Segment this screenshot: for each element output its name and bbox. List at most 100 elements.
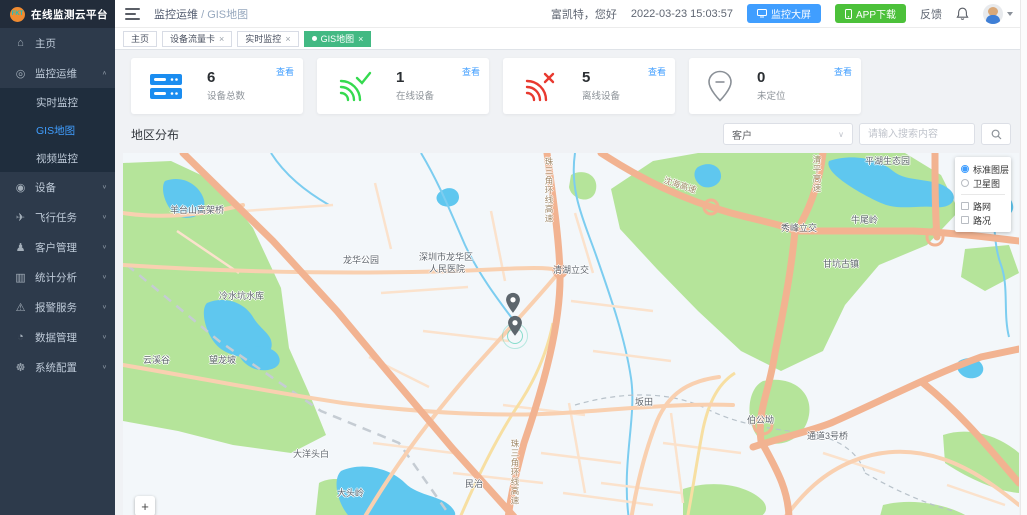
chevron-down-icon: ∨ xyxy=(102,334,107,340)
server-icon xyxy=(149,73,183,100)
search-input[interactable] xyxy=(859,123,975,145)
tab-home[interactable]: 主页 xyxy=(123,31,157,47)
sidebar-item-realtime-monitor[interactable]: 实时监控 xyxy=(0,88,115,116)
app-title: 在线监测云平台 xyxy=(31,7,108,22)
chevron-down-icon: ∨ xyxy=(102,304,107,310)
stat-card-offline-devices: 查看 5 离线设备 xyxy=(503,58,675,114)
sidebar-item-customers[interactable]: ♟ 客户管理 ∨ xyxy=(0,232,115,262)
layer-option-traffic[interactable]: 路况 xyxy=(961,213,1005,227)
monitor-ops-icon: ◎ xyxy=(14,67,27,80)
chevron-down-icon: ∨ xyxy=(102,274,107,280)
signal-offline-icon xyxy=(521,71,558,102)
sidebar-item-label: 飞行任务 xyxy=(35,210,77,225)
user-menu[interactable] xyxy=(983,4,1013,24)
device-marker[interactable] xyxy=(507,315,523,337)
main-area: 监控运维 / GIS地图 富凯特，您好 2022-03-23 15:03:57 … xyxy=(115,0,1027,515)
chevron-down-icon: ∨ xyxy=(102,364,107,370)
sidebar-item-label: 数据管理 xyxy=(35,330,77,345)
layer-option-road-network[interactable]: 路网 xyxy=(961,199,1005,213)
flight-task-icon: ✈ xyxy=(14,211,27,224)
layer-option-standard[interactable]: 标准图层 xyxy=(961,162,1005,176)
sidebar-item-statistics[interactable]: ▥ 统计分析 ∨ xyxy=(0,262,115,292)
chevron-down-icon: ∨ xyxy=(102,184,107,190)
tabs-bar: 主页 设备流量卡× 实时监控× GIS地图× xyxy=(115,28,1027,50)
page-content: 查看 6 设备总数 查看 1 在线设备 查看 xyxy=(115,50,1027,515)
checkbox-icon xyxy=(961,202,969,210)
view-link[interactable]: 查看 xyxy=(276,65,294,78)
page-scrollbar[interactable] xyxy=(1020,0,1027,515)
breadcrumb: 监控运维 / GIS地图 xyxy=(154,6,248,22)
sidebar-item-label: 设备 xyxy=(35,180,56,195)
chevron-down-icon: ∨ xyxy=(838,130,844,139)
divider xyxy=(961,194,1005,195)
sidebar-item-label: 监控运维 xyxy=(35,66,77,81)
tab-device-sim-cards[interactable]: 设备流量卡× xyxy=(162,31,232,47)
app-download-button[interactable]: APP下载 xyxy=(835,4,906,23)
device-icon: ◉ xyxy=(14,181,27,194)
sidebar-item-video-monitor[interactable]: 视频监控 xyxy=(0,144,115,172)
map-canvas xyxy=(123,153,1019,515)
customer-icon: ♟ xyxy=(14,241,27,254)
device-marker[interactable] xyxy=(505,292,521,314)
sidebar-item-alarm-service[interactable]: ⚠ 报警服务 ∨ xyxy=(0,292,115,322)
close-icon[interactable]: × xyxy=(285,34,290,44)
view-link[interactable]: 查看 xyxy=(648,65,666,78)
sidebar-submenu: 实时监控 GIS地图 视频监控 xyxy=(0,88,115,172)
sidebar-item-label: 统计分析 xyxy=(35,270,77,285)
chevron-down-icon: ∨ xyxy=(102,214,107,220)
gis-map[interactable]: 羊台山高架桥冷水坑水库云溪谷望龙坡龙华公园深圳市龙华区人民医院清湖立交平湖生态园… xyxy=(123,153,1019,515)
app-logo: FKT xyxy=(10,7,25,22)
stat-label: 离线设备 xyxy=(582,88,620,102)
zoom-in-button[interactable]: + xyxy=(135,496,155,515)
tab-gis-map[interactable]: GIS地图× xyxy=(304,31,372,47)
stat-value: 5 xyxy=(582,70,620,86)
stat-card-online-devices: 查看 1 在线设备 xyxy=(317,58,489,114)
view-link[interactable]: 查看 xyxy=(834,65,852,78)
breadcrumb-separator: / xyxy=(201,9,204,21)
alarm-icon: ⚠ xyxy=(14,301,27,314)
hamburger-icon[interactable] xyxy=(125,8,140,20)
map-layer-panel: 标准图层 卫星图 路网 路况 xyxy=(955,157,1011,232)
sidebar-item-system-config[interactable]: ☸ 系统配置 ∨ xyxy=(0,352,115,382)
feedback-link[interactable]: 反馈 xyxy=(920,6,942,22)
checkbox-icon xyxy=(961,216,969,224)
close-icon[interactable]: × xyxy=(358,34,363,44)
chevron-up-icon: ∧ xyxy=(102,70,107,76)
region-row: 地区分布 客户 ∨ xyxy=(131,121,1011,147)
sidebar-item-home[interactable]: ⌂ 主页 xyxy=(0,28,115,58)
close-icon[interactable]: × xyxy=(219,34,224,44)
customer-filter-select[interactable]: 客户 ∨ xyxy=(723,123,853,145)
radio-icon xyxy=(961,165,969,173)
layer-option-satellite[interactable]: 卫星图 xyxy=(961,176,1005,190)
sidebar-item-devices[interactable]: ◉ 设备 ∨ xyxy=(0,172,115,202)
chart-icon: ▥ xyxy=(14,271,27,284)
home-icon: ⌂ xyxy=(14,37,27,49)
breadcrumb-section[interactable]: 监控运维 xyxy=(154,9,198,21)
clock-icon: ◔ xyxy=(14,331,27,343)
bell-icon[interactable] xyxy=(956,7,969,21)
big-screen-button[interactable]: 监控大屏 xyxy=(747,4,821,23)
stat-card-total-devices: 查看 6 设备总数 xyxy=(131,58,303,114)
app-logo-bar: FKT 在线监测云平台 xyxy=(0,0,115,28)
sidebar-item-gis-map[interactable]: GIS地图 xyxy=(0,116,115,144)
stat-card-unlocated: 查看 0 未定位 xyxy=(689,58,861,114)
stat-cards-row: 查看 6 设备总数 查看 1 在线设备 查看 xyxy=(131,58,1011,114)
stat-label: 在线设备 xyxy=(396,88,434,102)
magnifier-icon xyxy=(991,129,1002,140)
sidebar-item-flight-tasks[interactable]: ✈ 飞行任务 ∨ xyxy=(0,202,115,232)
user-greeting: 富凯特，您好 xyxy=(551,6,617,22)
view-link[interactable]: 查看 xyxy=(462,65,480,78)
top-header: 监控运维 / GIS地图 富凯特，您好 2022-03-23 15:03:57 … xyxy=(115,0,1027,28)
breadcrumb-page: GIS地图 xyxy=(207,9,248,21)
sidebar-item-label: 客户管理 xyxy=(35,240,77,255)
caret-down-icon xyxy=(1007,12,1013,16)
sidebar-item-data-management[interactable]: ◔ 数据管理 ∨ xyxy=(0,322,115,352)
tab-realtime-monitor[interactable]: 实时监控× xyxy=(237,31,298,47)
radio-icon xyxy=(961,179,969,187)
stat-label: 未定位 xyxy=(757,88,786,102)
sidebar-item-monitor-ops[interactable]: ◎ 监控运维 ∧ xyxy=(0,58,115,88)
search-button[interactable] xyxy=(981,123,1011,145)
sidebar: FKT 在线监测云平台 ⌂ 主页 ◎ 监控运维 ∧ 实时监控 GIS地图 视频监… xyxy=(0,0,115,515)
gear-icon: ☸ xyxy=(14,361,27,374)
phone-icon xyxy=(845,9,852,19)
